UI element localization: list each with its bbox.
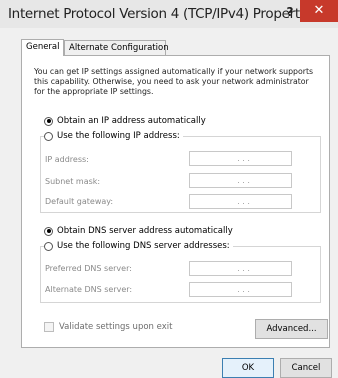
cancel-button[interactable]: Cancel — [280, 358, 332, 378]
preferred-dns-input[interactable]: . . . — [189, 261, 292, 276]
close-icon: ✕ — [313, 3, 325, 18]
description-line: You can get IP settings assigned automat… — [34, 67, 314, 76]
preferred-dns-value: . . . — [237, 264, 250, 273]
description-line: this capability. Otherwise, you need to … — [34, 77, 309, 86]
alternate-dns-label: Alternate DNS server: — [45, 285, 133, 294]
subnet-mask-input[interactable]: . . . — [189, 173, 292, 188]
close-button[interactable]: ✕ — [300, 0, 338, 22]
radio-selected-icon — [44, 116, 53, 126]
radio-selected-icon — [44, 226, 53, 236]
validate-settings-label: Validate settings upon exit — [59, 322, 173, 332]
obtain-ip-auto-label: Obtain an IP address automatically — [57, 116, 206, 126]
radio-unselected-icon — [44, 241, 53, 251]
help-button[interactable]: ? — [282, 4, 298, 20]
use-following-dns-radio[interactable]: Use the following DNS server addresses: — [44, 241, 233, 251]
preferred-dns-label: Preferred DNS server: — [45, 264, 132, 273]
subnet-mask-label: Subnet mask: — [45, 177, 101, 186]
use-following-ip-label: Use the following IP address: — [57, 131, 180, 141]
default-gateway-input[interactable]: . . . — [189, 194, 292, 209]
use-following-ip-radio[interactable]: Use the following IP address: — [44, 131, 183, 141]
description-line: for the appropriate IP settings. — [34, 87, 154, 96]
obtain-dns-auto-radio[interactable]: Obtain DNS server address automatically — [44, 226, 233, 236]
window-title: Internet Protocol Version 4 (TCP/IPv4) P… — [8, 6, 319, 22]
description-text: You can get IP settings assigned automat… — [34, 67, 324, 97]
alternate-dns-value: . . . — [237, 285, 250, 294]
validate-settings-checkbox[interactable]: Validate settings upon exit — [44, 322, 172, 332]
tab-general[interactable]: General — [21, 39, 64, 56]
ip-address-input[interactable]: . . . — [189, 151, 292, 166]
obtain-ip-auto-radio[interactable]: Obtain an IP address automatically — [44, 116, 206, 126]
use-following-dns-label: Use the following DNS server addresses: — [57, 241, 230, 251]
checkbox-box — [44, 322, 54, 332]
ip-address-value: . . . — [237, 154, 250, 163]
default-gateway-value: . . . — [237, 197, 250, 206]
obtain-dns-auto-label: Obtain DNS server address automatically — [57, 226, 233, 236]
title-bar: Internet Protocol Version 4 (TCP/IPv4) P… — [0, 0, 338, 28]
ip-address-label: IP address: — [45, 155, 89, 164]
ok-button[interactable]: OK — [222, 358, 274, 378]
radio-unselected-icon — [44, 131, 53, 141]
subnet-mask-value: . . . — [237, 176, 250, 185]
advanced-button[interactable]: Advanced... — [255, 319, 328, 339]
alternate-dns-input[interactable]: . . . — [189, 282, 292, 297]
tab-alternate-configuration[interactable]: Alternate Configuration — [64, 40, 169, 56]
default-gateway-label: Default gateway: — [45, 197, 114, 206]
